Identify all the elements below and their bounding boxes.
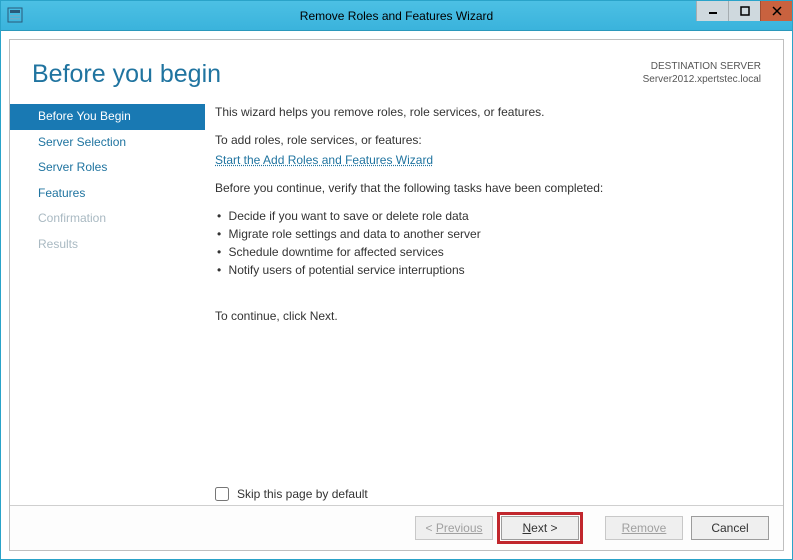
page-title: Before you begin <box>32 60 221 89</box>
destination-label: DESTINATION SERVER <box>643 60 761 73</box>
prereq-item: Migrate role settings and data to anothe… <box>215 225 753 243</box>
next-button[interactable]: Next > <box>501 516 579 540</box>
titlebar: Remove Roles and Features Wizard <box>1 1 792 31</box>
header-area: Before you begin DESTINATION SERVER Serv… <box>10 40 783 99</box>
main-content: This wizard helps you remove roles, role… <box>205 99 783 479</box>
prereq-item: Notify users of potential service interr… <box>215 261 753 279</box>
window-title: Remove Roles and Features Wizard <box>300 9 493 23</box>
intro-text: This wizard helps you remove roles, role… <box>215 103 753 121</box>
footer-buttons: < Previous Next > Remove Cancel <box>10 505 783 550</box>
nav-server-selection[interactable]: Server Selection <box>10 130 205 156</box>
start-add-roles-link[interactable]: Start the Add Roles and Features Wizard <box>215 153 433 167</box>
content-wrap: Before you begin DESTINATION SERVER Serv… <box>1 31 792 559</box>
nav-confirmation: Confirmation <box>10 206 205 232</box>
skip-row: Skip this page by default <box>205 479 783 505</box>
skip-label: Skip this page by default <box>237 487 368 501</box>
nav-before-you-begin[interactable]: Before You Begin <box>10 104 205 130</box>
prereq-item: Schedule downtime for affected services <box>215 243 753 261</box>
wizard-nav: Before You Begin Server Selection Server… <box>10 99 205 479</box>
nav-features[interactable]: Features <box>10 181 205 207</box>
remove-button: Remove <box>605 516 683 540</box>
destination-server: Server2012.xpertstec.local <box>643 73 761 86</box>
nav-results: Results <box>10 232 205 258</box>
maximize-button[interactable] <box>728 1 760 21</box>
body-area: Before You Begin Server Selection Server… <box>10 99 783 479</box>
nav-server-roles[interactable]: Server Roles <box>10 155 205 181</box>
inner-panel: Before you begin DESTINATION SERVER Serv… <box>9 39 784 551</box>
close-button[interactable] <box>760 1 792 21</box>
app-icon <box>7 7 23 23</box>
destination-info: DESTINATION SERVER Server2012.xpertstec.… <box>643 60 761 86</box>
verify-text: Before you continue, verify that the fol… <box>215 179 753 197</box>
wizard-window: Remove Roles and Features Wizard Before … <box>0 0 793 560</box>
skip-checkbox[interactable] <box>215 487 229 501</box>
add-roles-label: To add roles, role services, or features… <box>215 131 753 149</box>
previous-button: < Previous <box>415 516 493 540</box>
cancel-button[interactable]: Cancel <box>691 516 769 540</box>
prereq-item: Decide if you want to save or delete rol… <box>215 207 753 225</box>
prereq-list: Decide if you want to save or delete rol… <box>215 207 753 279</box>
minimize-button[interactable] <box>696 1 728 21</box>
continue-text: To continue, click Next. <box>215 307 753 325</box>
window-control-buttons <box>696 1 792 21</box>
